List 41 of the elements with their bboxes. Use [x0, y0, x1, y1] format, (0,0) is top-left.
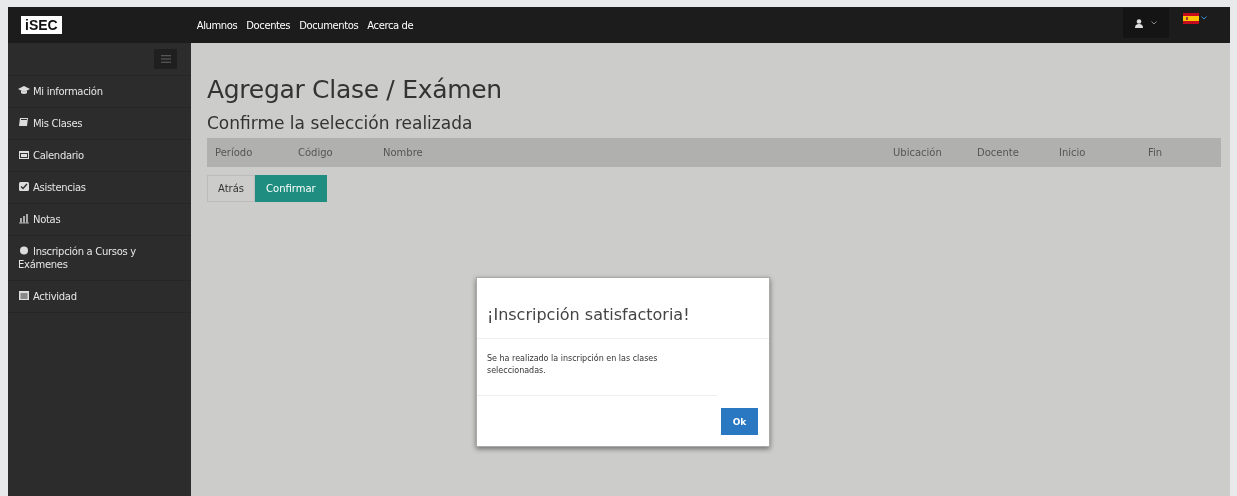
checkbox-icon — [18, 181, 30, 192]
sidebar-item[interactable]: Mi información — [8, 76, 191, 108]
nav-link[interactable]: Docentes — [246, 19, 291, 31]
bar-chart-icon — [18, 213, 30, 224]
column-header: Fin — [1148, 147, 1163, 158]
ok-button[interactable]: Ok — [721, 408, 758, 435]
circle-icon — [18, 245, 30, 256]
column-header: Período — [215, 147, 253, 158]
sidebar-item[interactable]: Asistencias — [8, 172, 191, 204]
column-header: Docente — [977, 147, 1019, 158]
menu-toggle-button[interactable] — [154, 49, 177, 69]
calendar-icon — [18, 149, 30, 160]
column-header: Código — [298, 147, 333, 158]
logo[interactable]: iSEC — [21, 16, 62, 34]
confirm-button[interactable]: Confirmar — [255, 175, 327, 202]
sidebar-item[interactable]: Notas — [8, 204, 191, 236]
nav-link[interactable]: Documentos — [299, 19, 359, 31]
caret-icon — [1201, 16, 1207, 20]
back-button[interactable]: Atrás — [207, 175, 256, 202]
nav-link[interactable]: Acerca de — [367, 19, 414, 31]
caret-icon — [1151, 21, 1157, 25]
menu-icon — [160, 55, 171, 63]
page-subtitle: Confirme la selección realizada — [207, 113, 474, 133]
nav-link[interactable]: Alumnos — [196, 19, 238, 31]
sidebar-item[interactable]: Calendario — [8, 140, 191, 172]
newspaper-icon — [18, 290, 30, 301]
dialog-message: Se ha realizado la inscripción en las clases seleccionadas. — [477, 339, 717, 396]
sidebar-item[interactable]: Mis Clases — [8, 108, 191, 140]
language-menu-button[interactable] — [1183, 12, 1207, 24]
sidebar-item[interactable]: Inscripción a Cursos y Exámenes — [8, 236, 191, 281]
column-header: Ubicación — [893, 147, 942, 158]
column-header: Inicio — [1059, 147, 1086, 158]
page-title: Agregar Clase / Exámen — [207, 75, 503, 104]
dialog-title: ¡Inscripción satisfactoria! — [477, 278, 769, 339]
sidebar-item[interactable]: Actividad — [8, 281, 191, 313]
column-header: Nombre — [383, 147, 423, 158]
flag-icon — [1183, 12, 1199, 24]
book-icon — [18, 117, 30, 128]
user-menu-button[interactable] — [1123, 8, 1169, 38]
user-icon — [1135, 18, 1143, 28]
graduation-cap-icon — [18, 85, 30, 96]
